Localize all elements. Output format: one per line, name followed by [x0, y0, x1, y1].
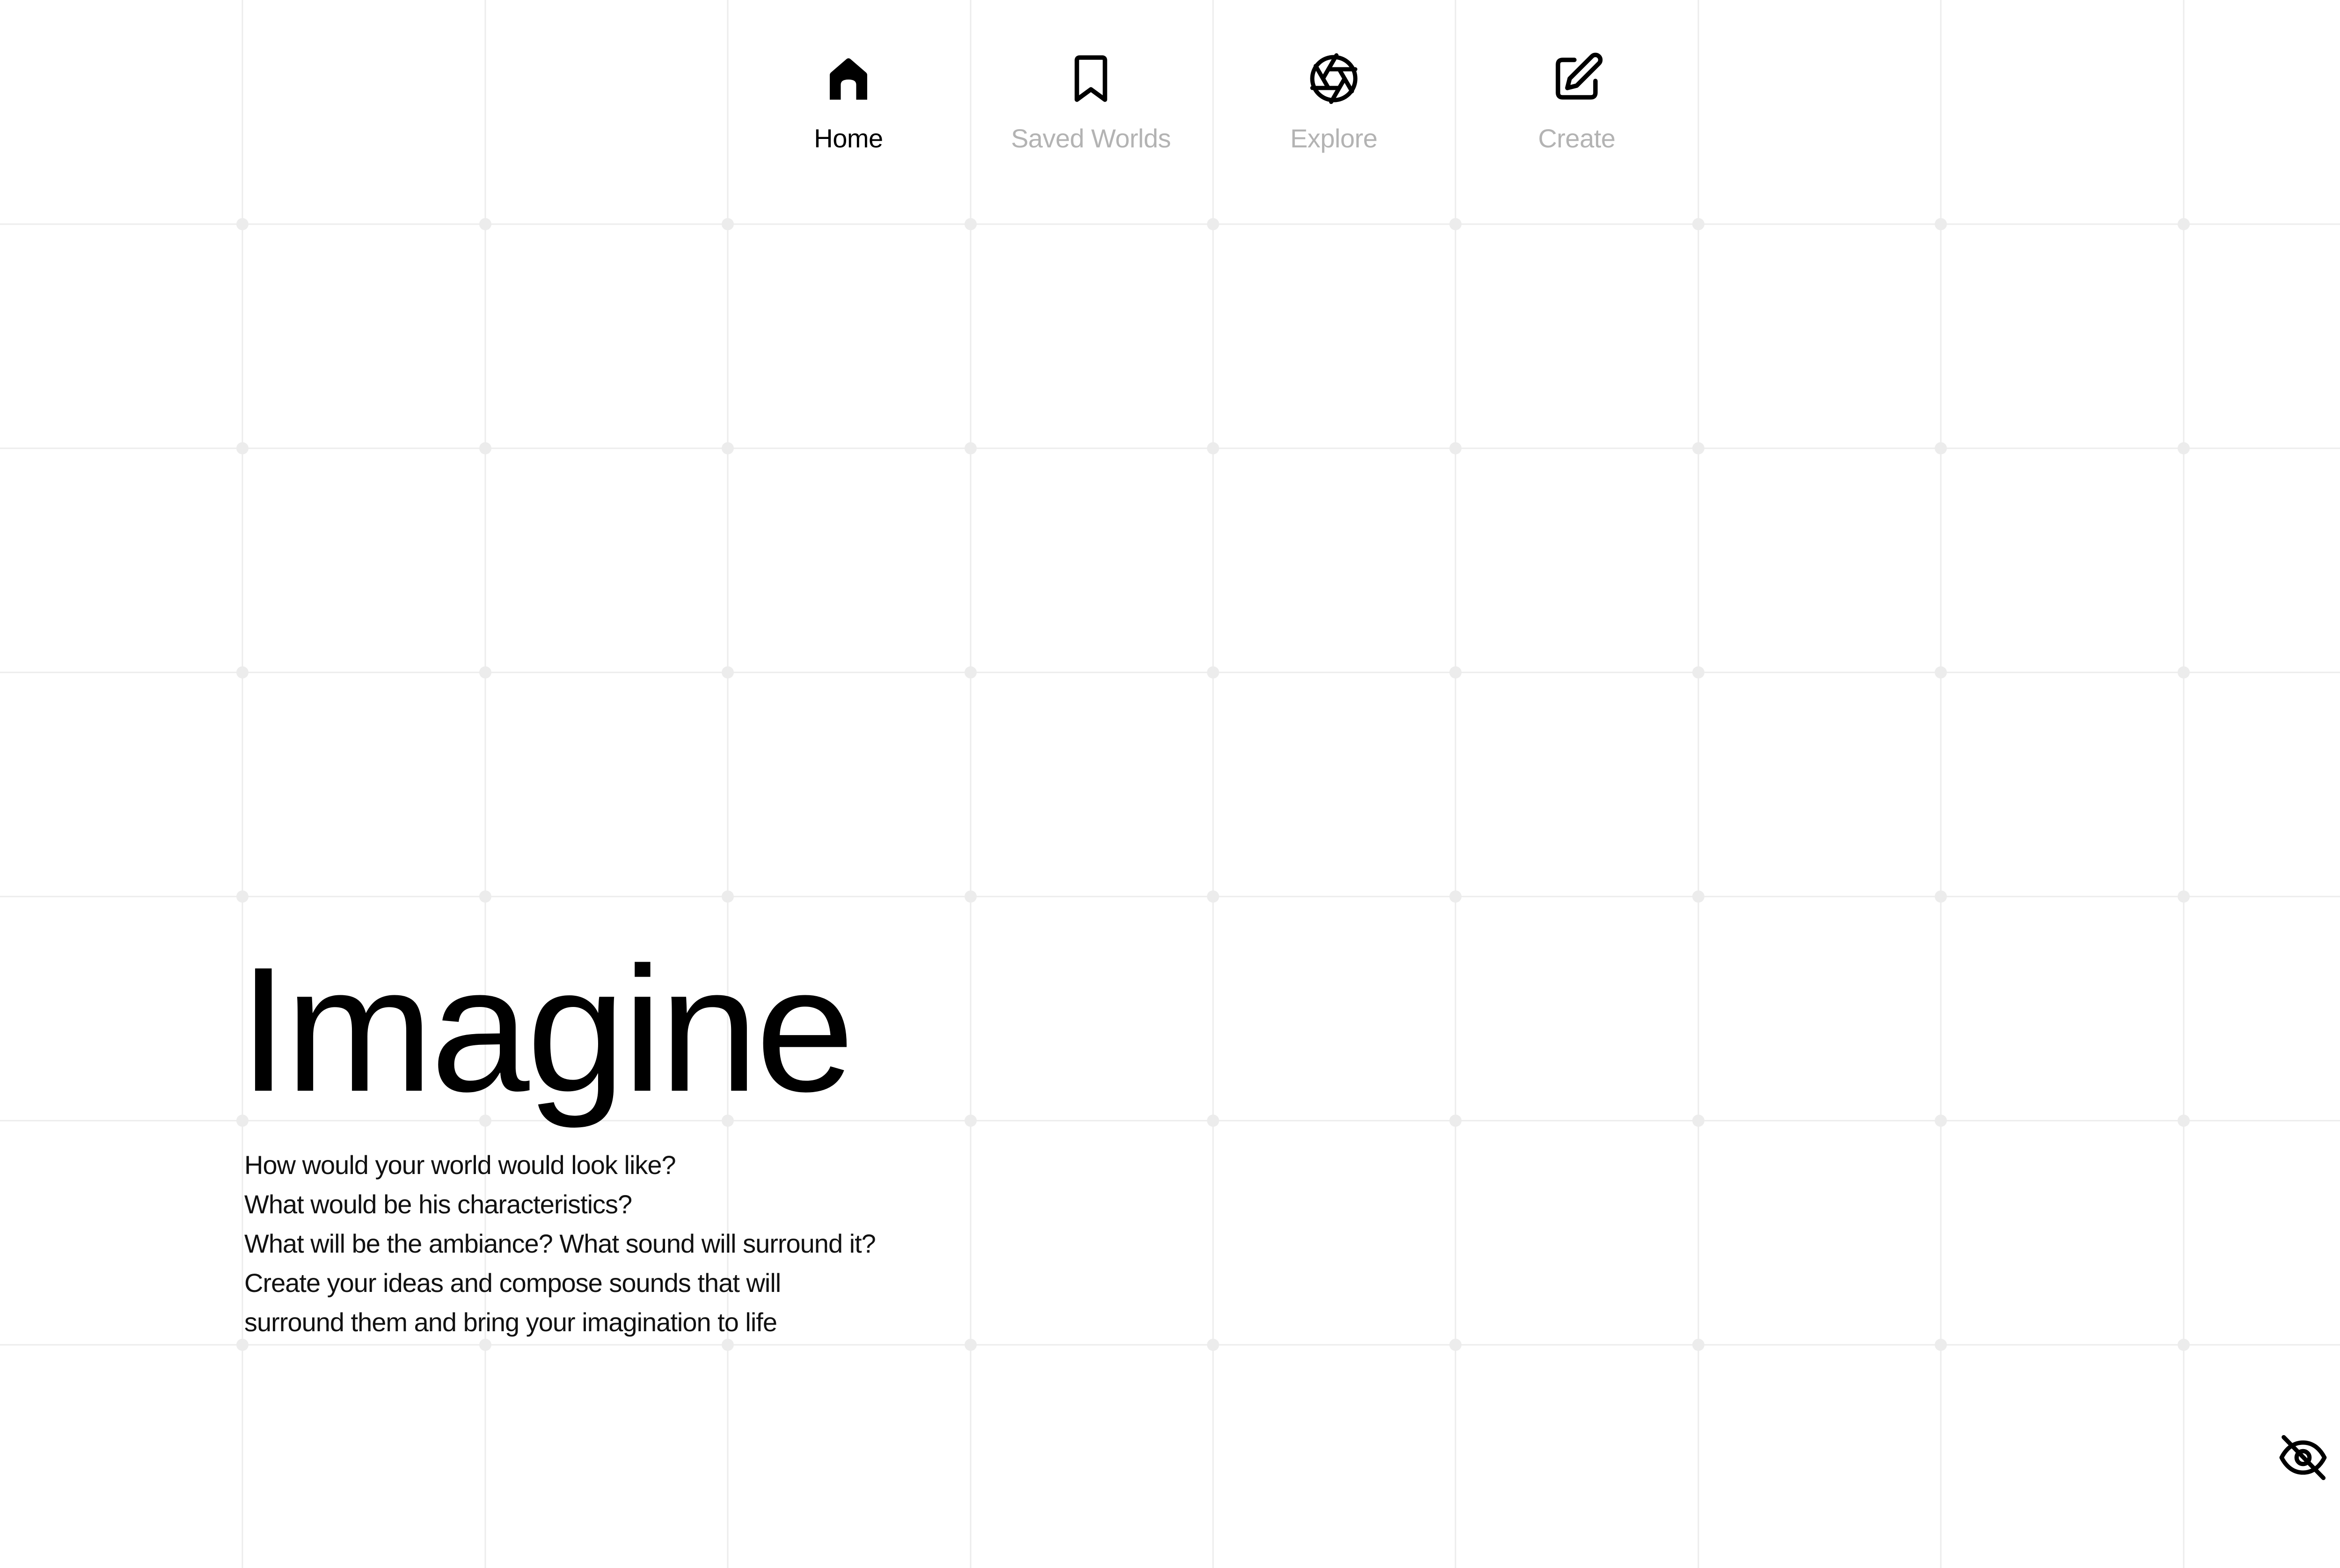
- edit-icon: [1556, 52, 1603, 100]
- hero-description: How would your world would look like? Wh…: [244, 1145, 1040, 1342]
- bookmark-icon: [1075, 55, 1107, 102]
- eye-off-icon: [2279, 1435, 2327, 1480]
- description-line: surround them and bring your imagination…: [244, 1307, 777, 1337]
- grid-node: [1449, 442, 1462, 454]
- description-line: What would be his characteristics?: [244, 1189, 632, 1219]
- grid-node: [236, 890, 249, 903]
- nav-label-saved-worlds: Saved Worlds: [1011, 124, 1171, 153]
- grid-node: [1935, 666, 1947, 678]
- page: Home Saved Worlds Explore Create Imagine…: [0, 0, 2340, 1568]
- grid-node: [1449, 890, 1462, 903]
- nav-label-home: Home: [814, 124, 883, 153]
- grid-node: [236, 442, 249, 454]
- grid-node: [1935, 442, 1947, 454]
- grid-node: [479, 666, 491, 678]
- grid-node: [479, 890, 491, 903]
- grid-node: [1449, 666, 1462, 678]
- grid-node: [2178, 1115, 2190, 1127]
- description-line: What will be the ambiance? What sound wi…: [244, 1229, 876, 1258]
- description-line: Create your ideas and compose sounds tha…: [244, 1268, 781, 1298]
- nav-item-explore[interactable]: Explore: [1212, 51, 1455, 172]
- grid-node: [1692, 442, 1704, 454]
- grid-node: [1207, 442, 1219, 454]
- grid-node: [2178, 442, 2190, 454]
- grid-node: [2178, 666, 2190, 678]
- nav-item-saved-worlds[interactable]: Saved Worlds: [969, 51, 1213, 172]
- grid-node: [1449, 1115, 1462, 1127]
- grid-node: [2178, 890, 2190, 903]
- grid-node: [1207, 1115, 1219, 1127]
- grid-node: [1207, 666, 1219, 678]
- grid-node: [722, 890, 734, 903]
- grid-node: [1692, 666, 1704, 678]
- grid-node: [722, 666, 734, 678]
- grid-node: [722, 442, 734, 454]
- top-navigation: Home Saved Worlds Explore Create: [0, 0, 2340, 225]
- grid-node: [2178, 1339, 2190, 1351]
- home-icon: [830, 58, 867, 100]
- nav-item-home[interactable]: Home: [727, 51, 970, 172]
- hero-title: Imagine: [239, 930, 855, 1129]
- visibility-toggle-button[interactable]: [2277, 1432, 2329, 1483]
- description-line: How would your world would look like?: [244, 1150, 676, 1180]
- grid-node: [1935, 1115, 1947, 1127]
- grid-node: [1935, 1339, 1947, 1351]
- grid-node: [1692, 1115, 1704, 1127]
- grid-node: [1449, 1339, 1462, 1351]
- grid-node: [965, 890, 977, 903]
- grid-node: [1692, 1339, 1704, 1351]
- nav-item-create[interactable]: Create: [1455, 51, 1698, 172]
- grid-node: [1935, 890, 1947, 903]
- grid-node: [236, 666, 249, 678]
- grid-node: [1692, 890, 1704, 903]
- grid-node: [965, 1115, 977, 1127]
- grid-node: [965, 442, 977, 454]
- aperture-icon: [1310, 53, 1358, 104]
- grid-node: [965, 666, 977, 678]
- nav-label-create: Create: [1538, 124, 1616, 153]
- grid-node: [1207, 890, 1219, 903]
- grid-node: [479, 442, 491, 454]
- grid-node: [1207, 1339, 1219, 1351]
- nav-label-explore: Explore: [1290, 124, 1378, 153]
